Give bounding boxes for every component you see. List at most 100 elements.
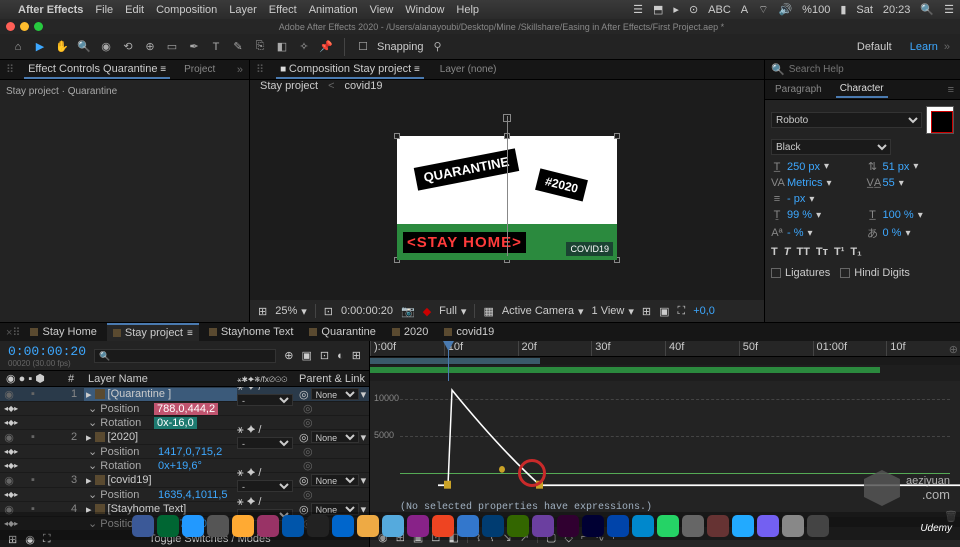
snapshot-icon[interactable]: 📷 <box>401 305 415 318</box>
text-covid[interactable]: COVID19 <box>566 242 613 256</box>
dock-app[interactable] <box>782 515 804 537</box>
current-timecode[interactable]: 0:00:00:20 <box>8 344 86 359</box>
tl-opt-icon[interactable]: ⊡ <box>320 349 329 362</box>
view-icon[interactable]: ⊞ <box>642 305 651 318</box>
mac-dock[interactable] <box>0 512 960 540</box>
tl-opt-icon[interactable]: ⊕ <box>284 349 293 362</box>
col-layername[interactable]: Layer Name <box>84 373 237 385</box>
dock-app[interactable] <box>757 515 779 537</box>
tl-opt-icon[interactable]: ▣ <box>302 349 312 362</box>
shape-tool-icon[interactable]: ▭ <box>164 39 180 55</box>
view-count-select[interactable]: 1 View ▾ <box>592 305 634 318</box>
dock-app[interactable] <box>632 515 654 537</box>
dock-app[interactable] <box>582 515 604 537</box>
tab-layer[interactable]: Layer (none) <box>436 62 501 77</box>
menu-animation[interactable]: Animation <box>309 4 358 16</box>
exposure[interactable]: +0,0 <box>693 305 715 317</box>
dock-app[interactable] <box>382 515 404 537</box>
property-row[interactable]: ◂◆▸ ⌄ Rotation 0x+19,6° ◎ <box>0 459 369 473</box>
dock-app[interactable] <box>457 515 479 537</box>
panel-menu-icon[interactable]: » <box>237 64 243 76</box>
workspace-learn[interactable]: Learn <box>910 41 938 53</box>
wifi-icon[interactable]: ⌔ <box>758 3 768 17</box>
stroke-width[interactable]: - px <box>787 193 805 205</box>
timecode[interactable]: 0:00:00:20 <box>341 305 393 317</box>
dock-app[interactable] <box>507 515 529 537</box>
clock-time[interactable]: 20:23 <box>883 4 911 16</box>
menu-composition[interactable]: Composition <box>156 4 217 16</box>
font-size[interactable]: 250 px <box>787 161 820 173</box>
dock-app[interactable] <box>157 515 179 537</box>
faux-italic[interactable]: T <box>784 246 791 258</box>
menu-help[interactable]: Help <box>456 4 479 16</box>
puppet-tool-icon[interactable]: 📌 <box>318 39 334 55</box>
pen-tool-icon[interactable]: ✒ <box>186 39 202 55</box>
workspace-default[interactable]: Default <box>857 41 892 53</box>
comp-viewer[interactable]: QUARANTINE #2020 <STAY HOME> COVID19 <box>250 96 764 300</box>
dock-app[interactable] <box>132 515 154 537</box>
zoom-tool-icon[interactable]: 🔍 <box>76 39 92 55</box>
status-lang[interactable]: ABC <box>708 4 731 16</box>
dock-app[interactable] <box>707 515 729 537</box>
dock-trash[interactable] <box>807 515 829 537</box>
dock-app[interactable] <box>532 515 554 537</box>
marker-bin-icon[interactable]: ⊕ <box>949 343 958 356</box>
menu-effect[interactable]: Effect <box>269 4 297 16</box>
property-row[interactable]: ◂◆▸ ⌄ Position 1417,0,715,2 ◎ <box>0 445 369 459</box>
tab-2020[interactable]: 2020 <box>386 324 434 340</box>
status-wifi-icon[interactable]: ⊙ <box>689 3 698 16</box>
text-2020[interactable]: #2020 <box>535 168 588 201</box>
property-row[interactable]: ◂◆▸ ⌄ Rotation 0x-16,0 ◎ <box>0 416 369 430</box>
layer-search[interactable] <box>94 349 276 363</box>
eraser-tool-icon[interactable]: ◧ <box>274 39 290 55</box>
crumb-root[interactable]: Stay project <box>260 80 318 96</box>
home-icon[interactable]: ⌂ <box>10 39 26 55</box>
close-icon[interactable] <box>6 22 15 31</box>
smallcaps[interactable]: Tᴛ <box>816 246 828 258</box>
tab-stayproject[interactable]: Stay project ≡ <box>107 323 199 341</box>
vscale[interactable]: 99 % <box>787 209 812 221</box>
status-lang2[interactable]: A <box>741 4 748 16</box>
hand-tool-icon[interactable]: ✋ <box>54 39 70 55</box>
layer-row[interactable]: ◉▪ 1 ▸[Quarantine ] ⚹ ✦ / - ◎None▾ <box>0 387 369 402</box>
minimize-icon[interactable] <box>20 22 29 31</box>
dock-app[interactable] <box>682 515 704 537</box>
dock-app[interactable] <box>332 515 354 537</box>
superscript[interactable]: T¹ <box>834 246 844 258</box>
dock-app[interactable] <box>257 515 279 537</box>
tl-opt-icon[interactable]: ◐ <box>337 350 344 362</box>
time-ruler[interactable]: ):00f10f20f30f40f50f01:00f10f <box>370 341 960 357</box>
menu-layer[interactable]: Layer <box>229 4 257 16</box>
res-icon[interactable]: ⊡ <box>324 305 333 318</box>
panel-menu-icon[interactable]: ≡ <box>948 84 954 96</box>
baseline2[interactable]: - % <box>787 227 804 239</box>
panel-grip-icon[interactable]: ×⠿ <box>6 326 20 339</box>
spotlight-icon[interactable]: 🔍 <box>920 3 934 16</box>
dock-app[interactable] <box>182 515 204 537</box>
dock-ae[interactable] <box>557 515 579 537</box>
dock-app[interactable] <box>732 515 754 537</box>
tab-covid19[interactable]: covid19 <box>438 324 500 340</box>
layer-row[interactable]: ◉▪ 2 ▸[2020] ⚹ ✦ / - ◎None▾ <box>0 430 369 445</box>
tab-stayhome[interactable]: Stay Home <box>24 324 102 340</box>
clock-day[interactable]: Sat <box>856 4 873 16</box>
orbit-tool-icon[interactable]: ◉ <box>98 39 114 55</box>
dock-app[interactable] <box>607 515 629 537</box>
allcaps[interactable]: TT <box>796 246 809 258</box>
tab-project[interactable]: Project <box>180 62 219 77</box>
faux-bold[interactable]: T <box>771 246 778 258</box>
panel-grip-icon[interactable]: ⠿ <box>6 63 14 76</box>
snap-opts-icon[interactable]: ⚲ <box>430 39 446 55</box>
camera-select[interactable]: Active Camera ▾ <box>502 305 584 318</box>
tab-effect-controls[interactable]: Effect Controls Quarantine ≡ <box>24 61 170 79</box>
dock-app[interactable] <box>432 515 454 537</box>
dock-app[interactable] <box>232 515 254 537</box>
brush-tool-icon[interactable]: ✎ <box>230 39 246 55</box>
channels-icon[interactable]: ◆ <box>423 305 431 318</box>
dock-app[interactable] <box>657 515 679 537</box>
zoom-select[interactable]: 25% ▾ <box>275 305 307 318</box>
clone-tool-icon[interactable]: ⎘ <box>252 39 268 55</box>
tab-stayhometext[interactable]: Stayhome Text <box>203 324 300 340</box>
ligatures-checkbox[interactable]: Ligatures <box>771 267 830 279</box>
menu-file[interactable]: File <box>95 4 113 16</box>
